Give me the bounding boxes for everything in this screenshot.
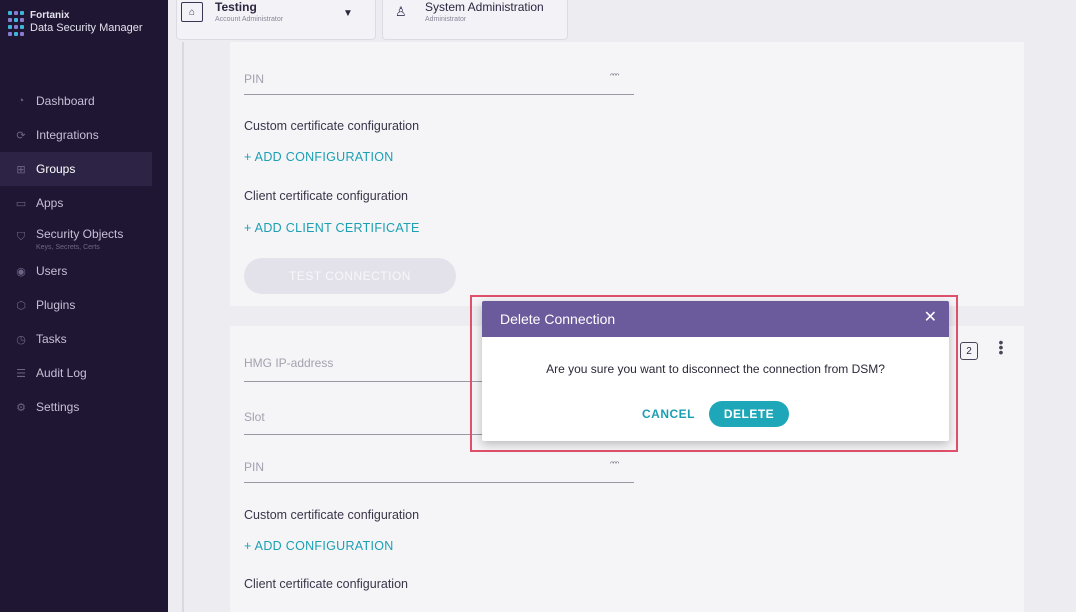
sidebar-item-apps[interactable]: ▭ Apps [0,186,168,220]
dashboard-icon: ◔ [17,95,25,107]
slot-label: Slot [244,410,265,424]
sidebar-item-audit-log[interactable]: ☰ Audit Log [0,356,168,390]
sidebar-item-label: Groups [36,162,76,176]
account-role: Account Administrator [215,16,284,23]
close-icon[interactable]: ✕ [924,310,937,326]
admin-user-icon: ♙ [395,4,407,19]
dialog-title: Delete Connection [500,311,616,327]
sidebar-item-security-objects[interactable]: ⛉ Security Objects Keys, Secrets, Certs [0,220,168,254]
sidebar-item-label: Settings [36,400,80,414]
client-cert-label: Client certificate configuration [244,189,408,203]
connection-number-badge: 2 [960,342,978,360]
add-configuration-button[interactable]: + ADD CONFIGURATION [244,539,394,553]
scroll-track[interactable] [182,42,184,612]
sidebar-item-sublabel: Keys, Secrets, Certs [36,244,100,251]
groups-icon: ⊞ [16,163,26,176]
test-connection-button[interactable]: TEST CONNECTION [244,258,456,294]
tasks-icon: ◷ [16,333,26,346]
sidebar-item-integrations[interactable]: ⟳ Integrations [0,118,168,152]
connection-card-1: PIN ᵔᵔᵔ Custom certificate configuration… [230,42,1024,306]
sidebar-item-label: Integrations [36,128,99,142]
sidebar-item-label: Tasks [36,332,67,346]
eye-hidden-icon[interactable]: ᵔᵔᵔ [610,460,619,471]
sidebar-item-plugins[interactable]: ⬡ Plugins [0,288,168,322]
sidebar-item-label: Plugins [36,298,76,312]
cancel-button[interactable]: CANCEL [642,407,695,421]
sidebar-item-label: Users [36,264,68,278]
users-icon: ◉ [16,265,26,278]
brand-name: Fortanix [30,10,70,21]
delete-connection-dialog: Delete Connection ✕ Are you sure you wan… [482,301,949,441]
client-cert-label: Client certificate configuration [244,577,408,591]
brand-product: Data Security Manager [30,22,143,34]
pin-input[interactable] [244,482,634,483]
brand-logo[interactable]: Fortanix Data Security Manager [8,10,143,37]
account-switcher[interactable]: ⌂ Testing Account Administrator ▼ [176,0,376,40]
account-name: Testing [215,0,257,14]
custom-cert-label: Custom certificate configuration [244,508,420,522]
apps-icon: ▭ [15,197,27,210]
plugins-icon: ⬡ [16,299,26,312]
hmg-ip-label: HMG IP-address [244,356,334,370]
dialog-header: Delete Connection ✕ [482,301,949,337]
system-admin-role: Administrator [425,16,467,23]
add-configuration-button[interactable]: + ADD CONFIGURATION [244,150,394,164]
fortanix-logo-icon [8,11,24,37]
integrations-icon: ⟳ [16,129,26,142]
sidebar-item-users[interactable]: ◉ Users [0,254,168,288]
settings-icon: ⚙ [16,401,26,414]
sidebar-nav: ◔ Dashboard ⟳ Integrations ⊞ Groups ▭ Ap… [0,84,168,424]
brand-text: Fortanix Data Security Manager [30,10,143,34]
test-connection-label: TEST CONNECTION [289,269,411,283]
dialog-message: Are you sure you want to disconnect the … [546,362,885,376]
dialog-actions: CANCEL DELETE [482,401,949,427]
top-bar: ⌂ Testing Account Administrator ▼ ♙ Syst… [168,0,1076,42]
sidebar-item-settings[interactable]: ⚙ Settings [0,390,168,424]
chevron-down-icon[interactable]: ▼ [343,8,353,19]
eye-hidden-icon[interactable]: ᵔᵔᵔ [610,72,619,83]
sidebar-item-tasks[interactable]: ◷ Tasks [0,322,168,356]
sidebar-item-label: Apps [36,196,64,210]
account-icon: ⌂ [181,2,203,22]
pin-input[interactable] [244,94,634,95]
delete-button[interactable]: DELETE [709,401,789,427]
system-admin-switch[interactable]: ♙ System Administration Administrator [382,0,568,40]
audit-log-icon: ☰ [16,367,26,380]
sidebar-item-label: Audit Log [36,366,87,380]
pin-label: PIN [244,72,265,86]
sidebar: Fortanix Data Security Manager ◔ Dashboa… [0,0,168,612]
more-options-icon[interactable]: • • • [998,335,1004,359]
sidebar-item-groups[interactable]: ⊞ Groups [0,152,152,186]
system-admin-label: System Administration [425,0,544,14]
security-objects-icon: ⛉ [16,230,26,243]
sidebar-item-label: Dashboard [36,94,95,108]
sidebar-item-dashboard[interactable]: ◔ Dashboard [0,84,168,118]
sidebar-item-label: Security Objects [36,227,124,241]
add-client-certificate-button[interactable]: + ADD CLIENT CERTIFICATE [244,221,420,235]
account-switcher-area: ⌂ Testing Account Administrator ▼ ♙ Syst… [176,0,568,40]
custom-cert-label: Custom certificate configuration [244,119,420,133]
pin-label: PIN [244,460,265,474]
